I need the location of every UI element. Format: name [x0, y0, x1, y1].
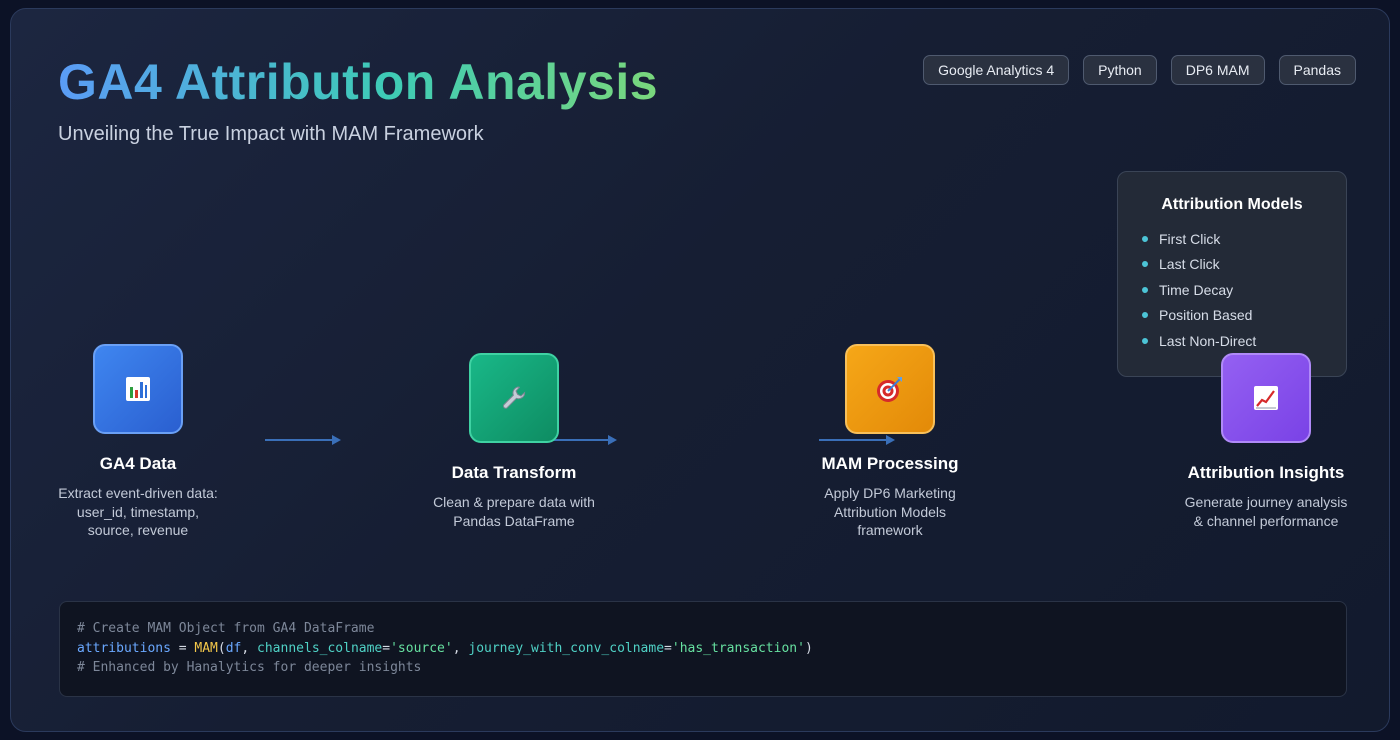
- model-label: Position Based: [1159, 307, 1253, 324]
- code-argument: df: [225, 640, 242, 656]
- code-paren: ): [804, 640, 813, 656]
- step-icon-box: [469, 353, 559, 443]
- step-data-transform: Data Transform Clean & prepare data with…: [414, 353, 614, 530]
- tag-dp6-mam: DP6 MAM: [1170, 55, 1265, 85]
- model-label: Last Click: [1159, 256, 1220, 273]
- code-function: MAM: [194, 640, 218, 656]
- list-item: Position Based: [1142, 303, 1256, 329]
- trend-chart-icon: [1254, 386, 1278, 410]
- tag-python: Python: [1083, 55, 1157, 85]
- code-separator: ,: [241, 640, 258, 656]
- bullet-dot-icon: [1142, 312, 1148, 319]
- list-item: First Click: [1142, 226, 1256, 252]
- step-attribution-insights: Attribution Insights Generate journey an…: [1166, 353, 1366, 530]
- model-label: Time Decay: [1159, 281, 1234, 298]
- tag-google-analytics-4: Google Analytics 4: [923, 55, 1070, 85]
- wrench-icon: [503, 386, 526, 409]
- step-mam-processing: MAM Processing Apply DP6 Marketing Attri…: [790, 344, 990, 540]
- target-icon: [877, 377, 902, 402]
- tag-pandas: Pandas: [1278, 55, 1356, 85]
- code-keyword-arg: channels_colname: [257, 640, 383, 656]
- bar-chart-icon: [126, 377, 150, 401]
- code-line-2: attributions = MAM(df, channels_colname=…: [77, 639, 1329, 659]
- bullet-dot-icon: [1142, 286, 1148, 293]
- code-separator: ,: [452, 640, 469, 656]
- step-ga4-data: GA4 Data Extract event-driven data: user…: [38, 344, 238, 540]
- step-description: Apply DP6 Marketing Attribution Models f…: [824, 485, 956, 538]
- code-operator: =: [664, 640, 672, 656]
- code-block: # Create MAM Object from GA4 DataFrame at…: [59, 601, 1347, 697]
- attribution-models-list: First Click Last Click Time Decay Positi…: [1142, 226, 1256, 354]
- step-title: Attribution Insights: [1187, 463, 1345, 482]
- bullet-dot-icon: [1142, 235, 1148, 242]
- bullet-dot-icon: [1142, 261, 1148, 268]
- code-comment: # Enhanced by Hanalytics for deeper insi…: [77, 660, 422, 675]
- step-description: Generate journey analysis & channel perf…: [1184, 494, 1348, 529]
- code-comment: # Create MAM Object from GA4 DataFrame: [77, 621, 375, 636]
- bullet-dot-icon: [1142, 337, 1148, 344]
- step-title: Data Transform: [451, 463, 577, 482]
- model-label: First Click: [1159, 230, 1221, 247]
- step-icon-box: [845, 344, 935, 434]
- code-line-3: # Enhanced by Hanalytics for deeper insi…: [77, 658, 1329, 678]
- step-description: Extract event-driven data: user_id, time…: [58, 485, 218, 538]
- list-item: Time Decay: [1142, 277, 1256, 303]
- list-item: Last Non-Direct: [1142, 328, 1256, 354]
- step-icon-box: [93, 344, 183, 434]
- flow-arrow-1: [265, 435, 341, 445]
- page-title: GA4 Attribution Analysis: [58, 54, 659, 110]
- page-subtitle: Unveiling the True Impact with MAM Frame…: [58, 123, 484, 145]
- main-card: GA4 Attribution Analysis Unveiling the T…: [10, 8, 1390, 732]
- tech-tags: Google Analytics 4 Python DP6 MAM Pandas: [923, 55, 1356, 85]
- attribution-models-panel: Attribution Models First Click Last Clic…: [1117, 171, 1347, 377]
- code-string: 'source': [390, 640, 453, 656]
- attribution-models-title: Attribution Models: [1161, 196, 1303, 213]
- code-line-1: # Create MAM Object from GA4 DataFrame: [77, 619, 1329, 639]
- code-operator: =: [170, 640, 195, 656]
- step-description: Clean & prepare data with Pandas DataFra…: [433, 494, 595, 529]
- step-icon-box: [1221, 353, 1311, 443]
- code-paren: (: [217, 640, 226, 656]
- step-title: MAM Processing: [821, 454, 959, 473]
- code-string: 'has_transaction': [671, 640, 805, 656]
- code-operator: =: [382, 640, 391, 656]
- list-item: Last Click: [1142, 252, 1256, 278]
- code-keyword-arg: journey_with_conv_colname: [468, 640, 665, 656]
- model-label: Last Non-Direct: [1159, 332, 1257, 349]
- code-variable: attributions: [77, 640, 171, 656]
- step-title: GA4 Data: [99, 454, 177, 473]
